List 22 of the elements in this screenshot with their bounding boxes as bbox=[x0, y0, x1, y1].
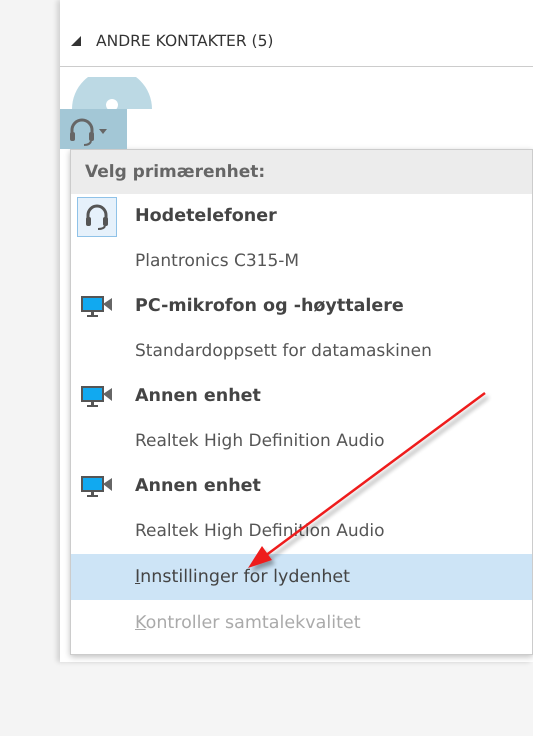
audio-device-button[interactable] bbox=[60, 109, 127, 149]
device-item[interactable]: PC-mikrofon og -høyttalere Standardoppsett for datamaskinen bbox=[71, 284, 532, 374]
device-description: Realtek High Definition Audio bbox=[135, 430, 385, 453]
avatar-icon bbox=[72, 77, 152, 109]
computer-camera-icon bbox=[81, 296, 113, 318]
expand-arrow-icon[interactable] bbox=[70, 35, 82, 47]
device-item[interactable]: Hodetelefoner Plantronics C315-M bbox=[71, 194, 532, 284]
device-description: Standardoppsett for datamaskinen bbox=[135, 340, 432, 363]
device-item[interactable]: Annen enhet Realtek High Definition Audio bbox=[71, 374, 532, 464]
device-name: PC-mikrofon og -høyttalere bbox=[135, 295, 405, 318]
menu-heading: Velg primærenhet: bbox=[71, 150, 532, 194]
device-description: Plantronics C315-M bbox=[135, 250, 300, 273]
device-name: Annen enhet bbox=[135, 385, 262, 408]
device-name: Annen enhet bbox=[135, 475, 262, 498]
computer-camera-icon bbox=[81, 386, 113, 408]
headset-icon bbox=[85, 204, 109, 230]
menu-item[interactable]: Innstillinger for lydenhet bbox=[71, 554, 532, 600]
group-heading: ANDRE KONTAKTER (5) bbox=[96, 32, 274, 50]
caret-icon bbox=[99, 128, 107, 134]
headset-icon bbox=[68, 116, 96, 146]
device-name: Hodetelefoner bbox=[135, 205, 278, 228]
computer-camera-icon bbox=[81, 476, 113, 498]
